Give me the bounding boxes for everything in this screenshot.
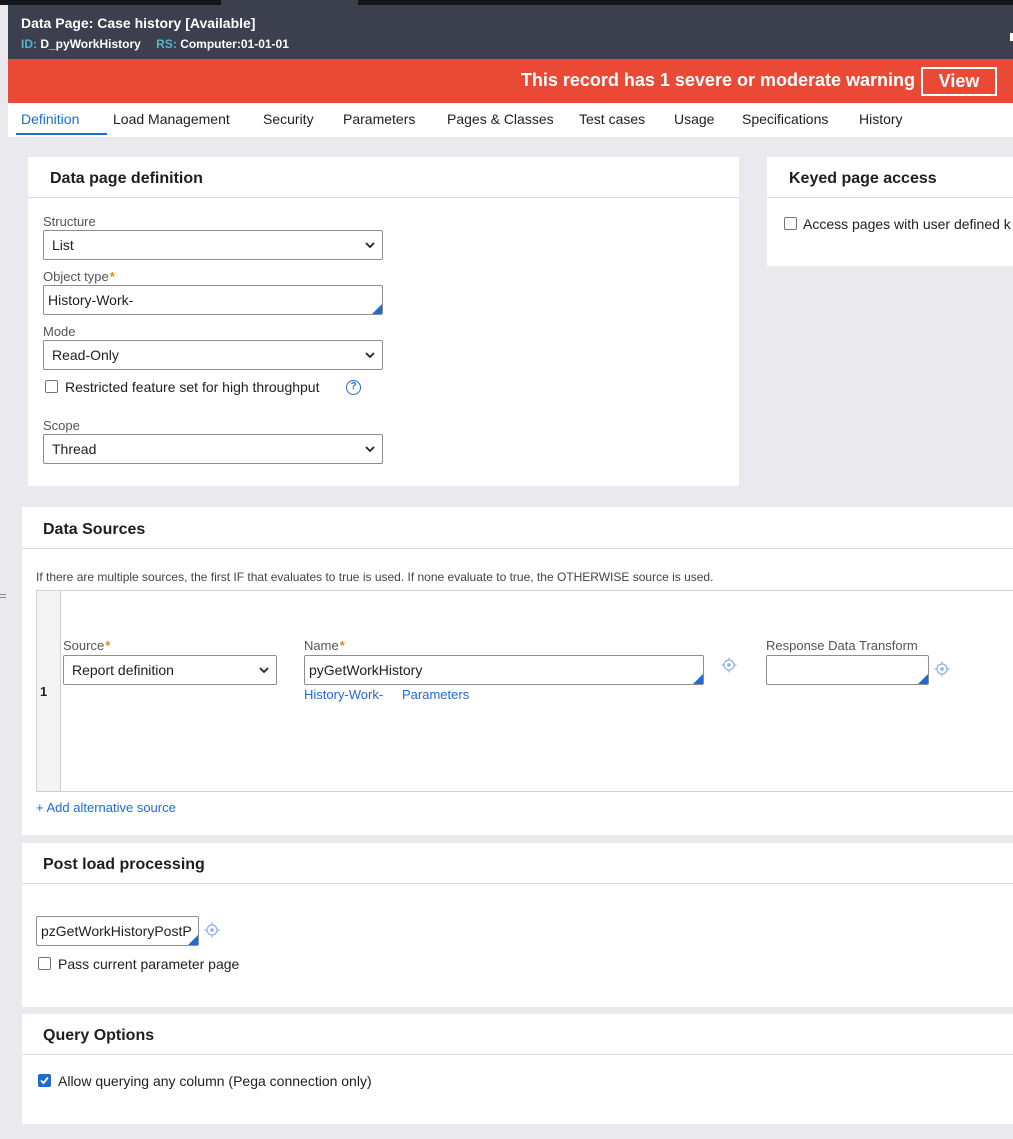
pass-parameter-page-checkbox[interactable] bbox=[38, 957, 51, 970]
chevron-down-icon bbox=[365, 352, 375, 359]
view-warnings-button[interactable]: View bbox=[921, 67, 997, 96]
tab-load-management[interactable]: Load Management bbox=[113, 111, 230, 127]
restricted-feature-label: Restricted feature set for high throughp… bbox=[65, 379, 320, 395]
allow-querying-checkbox[interactable] bbox=[38, 1074, 51, 1087]
scope-value: Thread bbox=[52, 441, 97, 457]
row-number: 1 bbox=[40, 684, 48, 699]
id-label: ID: bbox=[21, 37, 37, 51]
object-type-input[interactable]: History-Work- bbox=[43, 285, 383, 315]
response-transform-input[interactable] bbox=[766, 655, 929, 685]
warning-message: This record has 1 severe or moderate war… bbox=[520, 70, 915, 90]
mode-value: Read-Only bbox=[52, 347, 119, 363]
tab-test-cases[interactable]: Test cases bbox=[579, 111, 645, 127]
tab-pages-classes[interactable]: Pages & Classes bbox=[447, 111, 554, 127]
sources-note: If there are multiple sources, the first… bbox=[36, 570, 714, 584]
access-pages-label: Access pages with user defined k bbox=[803, 216, 1011, 232]
structure-select[interactable]: List bbox=[43, 230, 383, 260]
post-load-processing-panel: Post load processing pzGetWorkHistoryPos… bbox=[22, 843, 1013, 1007]
tab-specifications[interactable]: Specifications bbox=[742, 111, 828, 127]
open-rule-target-icon[interactable] bbox=[721, 657, 737, 673]
panel-divider bbox=[28, 197, 739, 198]
availability-status: [Available] bbox=[185, 15, 256, 31]
access-pages-checkbox[interactable] bbox=[784, 217, 797, 230]
object-type-label: Object type* bbox=[43, 269, 115, 284]
autocomplete-corner-icon bbox=[188, 935, 198, 945]
chevron-down-icon bbox=[365, 446, 375, 453]
open-rule-target-icon[interactable] bbox=[934, 661, 950, 677]
page-title: Data Page: Case history [Available] bbox=[21, 15, 255, 31]
panel-divider bbox=[22, 548, 1013, 549]
structure-value: List bbox=[52, 237, 74, 253]
tab-definition[interactable]: Definition bbox=[21, 111, 79, 127]
autocomplete-corner-icon bbox=[693, 674, 703, 684]
chevron-down-icon bbox=[259, 667, 269, 674]
object-type-value: History-Work- bbox=[48, 292, 134, 308]
scope-label: Scope bbox=[43, 418, 80, 433]
source-value: Report definition bbox=[72, 662, 174, 678]
checkmark-icon bbox=[40, 1076, 49, 1085]
panel-title: Keyed page access bbox=[789, 170, 937, 187]
panel-divider bbox=[22, 1054, 1013, 1055]
panel-title: Data page definition bbox=[50, 170, 203, 187]
source-row: 1 Source* Report definition Name* pyGetW… bbox=[36, 590, 1013, 792]
mode-select[interactable]: Read-Only bbox=[43, 340, 383, 370]
splitter-grip-icon[interactable] bbox=[0, 594, 6, 602]
tab-security[interactable]: Security bbox=[263, 111, 314, 127]
autocomplete-corner-icon bbox=[372, 304, 382, 314]
record-title: Data Page: Case history bbox=[21, 15, 182, 31]
row-number-cell: 1 bbox=[37, 591, 61, 791]
panel-title: Data Sources bbox=[43, 521, 146, 538]
keyed-page-access-panel: Keyed page access Access pages with user… bbox=[767, 157, 1013, 266]
panel-title: Query Options bbox=[43, 1027, 155, 1044]
activity-value: pzGetWorkHistoryPostP bbox=[41, 923, 192, 939]
record-meta: ID: D_pyWorkHistory RS: Computer:01-01-0… bbox=[21, 37, 301, 51]
add-alternative-source-link[interactable]: + Add alternative source bbox=[36, 800, 176, 815]
scope-select[interactable]: Thread bbox=[43, 434, 383, 464]
tab-usage[interactable]: Usage bbox=[674, 111, 714, 127]
help-icon[interactable]: ? bbox=[346, 380, 361, 395]
data-sources-panel: Data Sources If there are multiple sourc… bbox=[22, 507, 1013, 835]
panel-title: Post load processing bbox=[43, 856, 205, 873]
panel-divider bbox=[767, 197, 1013, 198]
id-value: D_pyWorkHistory bbox=[40, 37, 141, 51]
allow-querying-label: Allow querying any column (Pega connecti… bbox=[58, 1073, 372, 1089]
tab-history[interactable]: History bbox=[859, 111, 903, 127]
response-transform-label: Response Data Transform bbox=[766, 638, 918, 653]
active-tab-indicator bbox=[16, 133, 107, 135]
warning-bar: This record has 1 severe or moderate war… bbox=[8, 59, 1013, 103]
chevron-down-icon bbox=[365, 242, 375, 249]
name-label: Name* bbox=[304, 638, 345, 653]
name-value: pyGetWorkHistory bbox=[309, 662, 423, 678]
record-header: Data Page: Case history [Available] ID: … bbox=[8, 5, 1013, 59]
mode-label: Mode bbox=[43, 324, 76, 339]
source-select[interactable]: Report definition bbox=[63, 655, 277, 685]
rule-tabs: Definition Load Management Security Para… bbox=[8, 103, 1013, 137]
panel-divider bbox=[22, 883, 1013, 884]
open-rule-target-icon[interactable] bbox=[204, 922, 220, 938]
class-link[interactable]: History-Work- bbox=[304, 687, 383, 702]
tab-parameters[interactable]: Parameters bbox=[343, 111, 415, 127]
source-label: Source* bbox=[63, 638, 111, 653]
name-input[interactable]: pyGetWorkHistory bbox=[304, 655, 704, 685]
rs-value: Computer:01-01-01 bbox=[180, 37, 289, 51]
query-options-panel: Query Options Allow querying any column … bbox=[22, 1014, 1013, 1124]
autocomplete-corner-icon bbox=[918, 674, 928, 684]
activity-input[interactable]: pzGetWorkHistoryPostP bbox=[36, 916, 199, 946]
pass-parameter-page-label: Pass current parameter page bbox=[58, 956, 240, 972]
parameters-link[interactable]: Parameters bbox=[402, 687, 469, 702]
structure-label: Structure bbox=[43, 214, 96, 229]
rs-label: RS: bbox=[156, 37, 177, 51]
restricted-feature-checkbox[interactable] bbox=[45, 380, 58, 393]
data-page-definition-panel: Data page definition Structure List Obje… bbox=[28, 157, 739, 486]
